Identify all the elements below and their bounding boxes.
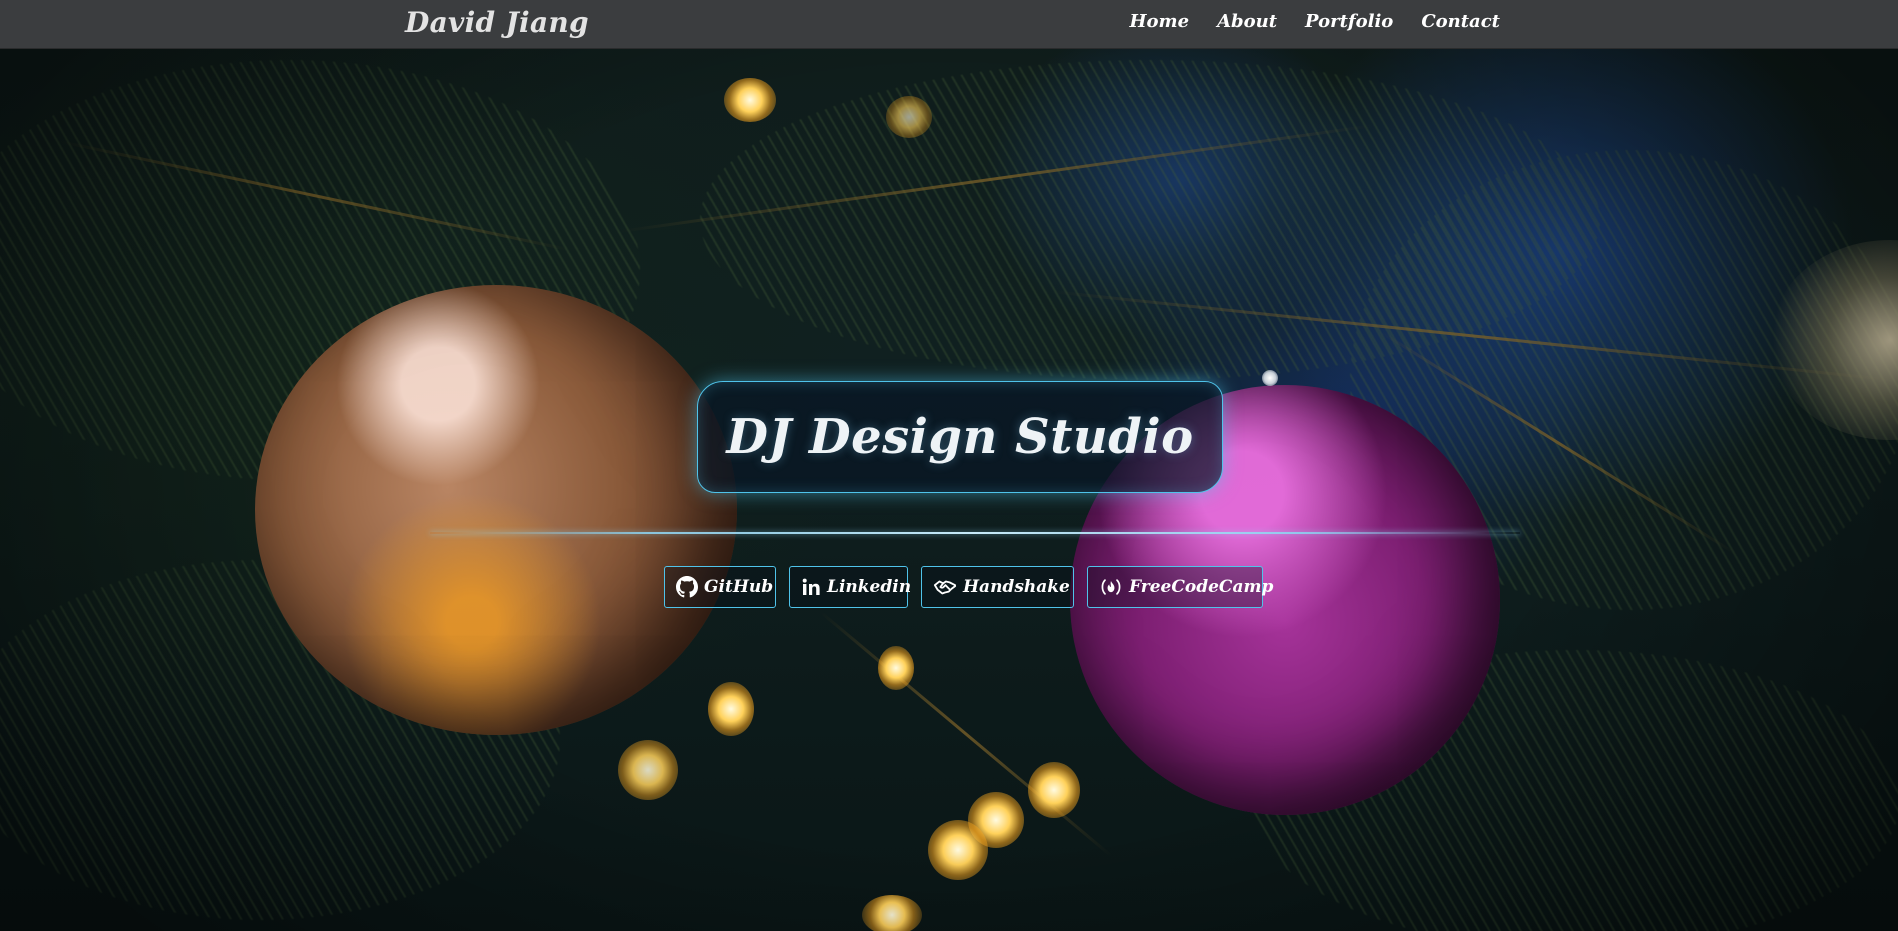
- top-navbar: David Jiang Home About Portfolio Contact: [0, 0, 1898, 49]
- handshake-button[interactable]: Handshake: [921, 566, 1074, 608]
- github-button[interactable]: GitHub: [664, 566, 776, 608]
- linkedin-label: Linkedin: [827, 577, 912, 597]
- freecodecamp-icon: [1099, 575, 1123, 599]
- github-label: GitHub: [704, 577, 774, 597]
- handshake-label: Handshake: [963, 577, 1070, 597]
- freecodecamp-label: FreeCodeCamp: [1129, 577, 1274, 597]
- nav-item-contact: Contact: [1421, 11, 1500, 32]
- hero-title-box: DJ Design Studio: [697, 381, 1223, 493]
- nav-link-contact[interactable]: Contact: [1421, 11, 1500, 32]
- nav-item-portfolio: Portfolio: [1305, 11, 1393, 32]
- handshake-icon: [933, 575, 957, 599]
- github-icon: [676, 575, 698, 599]
- page: David Jiang Home About Portfolio Contact…: [0, 0, 1898, 931]
- social-links: GitHub Linkedin Handshake FreeCodeCamp: [664, 566, 1273, 608]
- nav-item-about: About: [1217, 11, 1277, 32]
- freecodecamp-button[interactable]: FreeCodeCamp: [1087, 566, 1273, 608]
- nav-link-about[interactable]: About: [1217, 11, 1277, 32]
- linkedin-button[interactable]: Linkedin: [789, 566, 912, 608]
- hero-title: DJ Design Studio: [726, 409, 1194, 465]
- nav-link-home[interactable]: Home: [1130, 11, 1190, 32]
- linkedin-icon: [801, 575, 821, 599]
- hero-divider: [430, 532, 1520, 534]
- nav-menu: Home About Portfolio Contact: [1130, 11, 1500, 32]
- nav-link-portfolio[interactable]: Portfolio: [1305, 11, 1393, 32]
- nav-item-home: Home: [1130, 11, 1190, 32]
- brand-logo-link[interactable]: David Jiang: [405, 6, 589, 39]
